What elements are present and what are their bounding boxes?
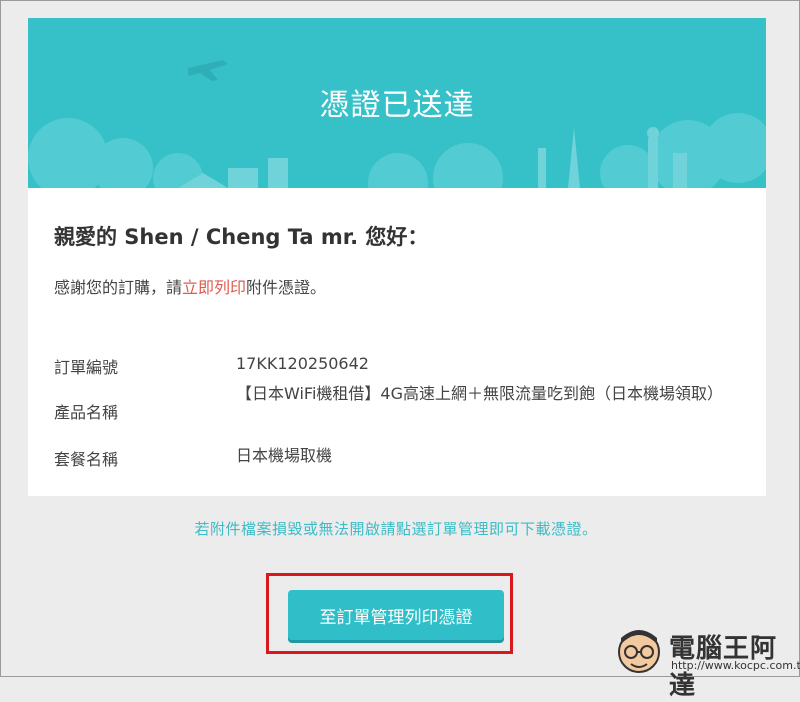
watermark: 電腦王阿達 http://www.kocpc.com.tw bbox=[611, 626, 800, 701]
product-name-value: 【日本WiFi機租借】4G高速上網＋無限流量吃到飽（日本機場領取） bbox=[236, 384, 723, 403]
package-name-label: 套餐名稱 bbox=[54, 450, 119, 469]
mascot-logo bbox=[618, 630, 660, 673]
order-number-label: 訂單編號 bbox=[54, 358, 119, 377]
product-name-label: 產品名稱 bbox=[54, 403, 119, 422]
thanks-after: 附件憑證。 bbox=[246, 278, 327, 297]
watermark-url: http://www.kocpc.com.tw bbox=[671, 659, 800, 672]
print-now-link[interactable]: 立即列印 bbox=[182, 278, 246, 297]
banner-title: 憑證已送達 bbox=[319, 88, 475, 123]
thanks-before: 感謝您的訂購，請 bbox=[54, 278, 183, 297]
package-name-value: 日本機場取機 bbox=[236, 446, 333, 465]
thanks-message: 感謝您的訂購，請立即列印附件憑證。 bbox=[54, 274, 326, 298]
print-voucher-button[interactable]: 至訂單管理列印憑證 bbox=[288, 590, 504, 640]
greeting-text: 親愛的 Shen / Cheng Ta mr. 您好： bbox=[54, 225, 429, 249]
download-note: 若附件檔案損毀或無法開啟請點選訂單管理即可下載憑證。 bbox=[194, 520, 598, 538]
header-banner: 憑證已送達 bbox=[28, 18, 766, 188]
order-number-value: 17KK120250642 bbox=[236, 354, 369, 373]
email-card: 憑證已送達 親愛的 Shen / Cheng Ta mr. 您好： 感謝您的訂購… bbox=[28, 18, 766, 496]
